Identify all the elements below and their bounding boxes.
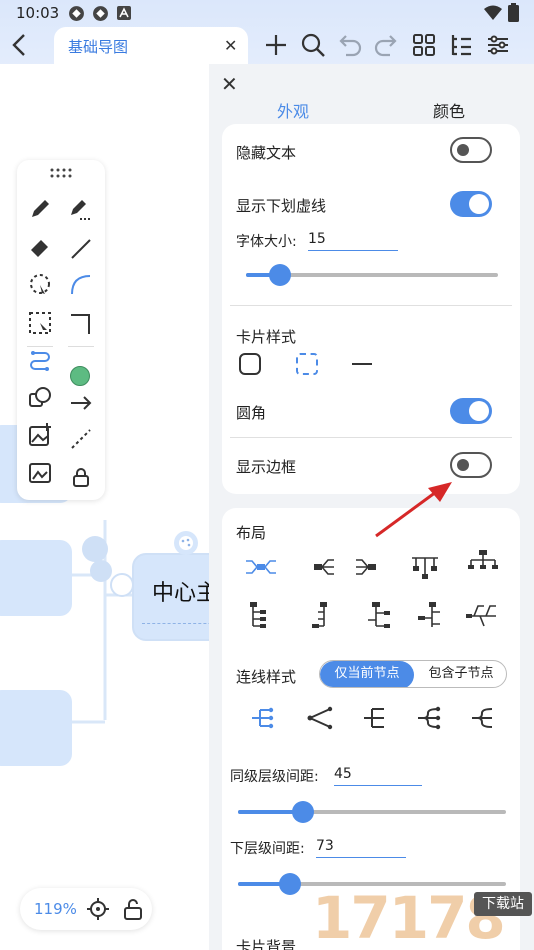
- annotation-arrow: [375, 482, 452, 538]
- layout-tree-left-icon[interactable]: [304, 600, 338, 630]
- layout-down-icon[interactable]: [408, 552, 442, 582]
- layout-org-icon[interactable]: [466, 548, 500, 578]
- font-size-input[interactable]: 15: [308, 231, 398, 251]
- layout-tree-both-icon[interactable]: [360, 600, 394, 630]
- zoom-controls: 119%: [20, 888, 152, 930]
- arrow-icon[interactable]: [68, 390, 94, 416]
- image-frame-icon[interactable]: [27, 460, 53, 486]
- grid-icon[interactable]: [410, 31, 438, 59]
- hide-text-toggle[interactable]: [450, 137, 492, 163]
- card-style-dashed-option[interactable]: [296, 353, 318, 375]
- line-style-segmented: 仅当前节点 包含子节点: [319, 660, 507, 688]
- layout-left-icon[interactable]: [352, 552, 386, 582]
- card-style-label: 卡片样式: [236, 328, 297, 346]
- underline-label: 显示下划虚线: [236, 197, 327, 215]
- color-swatch[interactable]: [70, 366, 90, 386]
- layout-fishbone-icon[interactable]: [464, 600, 498, 630]
- connector-style-5-icon[interactable]: [468, 703, 502, 733]
- lock-icon[interactable]: [70, 466, 92, 488]
- back-icon[interactable]: [6, 31, 34, 59]
- show-border-label: 显示边框: [236, 458, 297, 476]
- tab-close-button[interactable]: ✕: [224, 36, 237, 55]
- rounded-toggle[interactable]: [450, 398, 492, 424]
- font-size-label: 字体大小:: [236, 234, 297, 250]
- underline-toggle[interactable]: [450, 191, 492, 217]
- drawing-toolbar: [17, 160, 105, 500]
- settings-sliders-icon[interactable]: [484, 31, 512, 59]
- search-icon[interactable]: [299, 31, 327, 59]
- sibling-spacing-slider-thumb[interactable]: [292, 801, 314, 823]
- redo-icon[interactable]: [372, 31, 400, 59]
- select-area-icon[interactable]: [27, 310, 53, 336]
- dashed-line-icon[interactable]: [68, 426, 94, 452]
- connector-style-1-icon[interactable]: [248, 703, 282, 733]
- line-icon[interactable]: [68, 236, 94, 262]
- connector-style-4-icon[interactable]: [414, 703, 448, 733]
- layout-timeline-icon[interactable]: [414, 600, 448, 630]
- palette-divider-2: [68, 346, 94, 347]
- eraser-icon[interactable]: [27, 234, 53, 260]
- branch-node-3[interactable]: [0, 690, 72, 766]
- tab-color[interactable]: 颜色: [433, 98, 465, 122]
- collapse-handle-2[interactable]: [90, 560, 112, 582]
- tab-title: 基础导图: [68, 38, 129, 56]
- collapse-handle[interactable]: [82, 536, 108, 562]
- pen-icon[interactable]: [27, 196, 53, 222]
- panel-close-button[interactable]: ✕: [221, 72, 238, 96]
- hide-text-label: 隐藏文本: [236, 144, 297, 162]
- tab-appearance[interactable]: 外观: [277, 98, 309, 122]
- lasso-icon[interactable]: [27, 272, 53, 298]
- outline-icon[interactable]: [447, 31, 475, 59]
- child-spacing-input[interactable]: 73: [316, 838, 406, 858]
- child-spacing-slider-thumb[interactable]: [279, 873, 301, 895]
- center-node-handle[interactable]: [110, 573, 134, 597]
- undo-icon[interactable]: [336, 31, 364, 59]
- line-style-label: 连线样式: [236, 668, 297, 686]
- layout-mindmap-icon[interactable]: [244, 552, 278, 582]
- wifi-icon: [484, 5, 502, 20]
- branch-node-2[interactable]: [0, 540, 72, 616]
- a-notification-icon: [117, 6, 131, 20]
- dashed-pen-icon[interactable]: [68, 196, 94, 222]
- appearance-card: 隐藏文本 显示下划虚线 字体大小: 15 卡片样式 圆角 显示边框: [222, 124, 520, 494]
- locate-icon[interactable]: [86, 897, 110, 921]
- sibling-spacing-input[interactable]: 45: [334, 766, 422, 786]
- battery-icon: [508, 3, 519, 22]
- insert-image-icon[interactable]: [27, 422, 53, 448]
- arc-icon[interactable]: [68, 272, 94, 298]
- line-style-include-children[interactable]: 包含子节点: [414, 661, 506, 687]
- child-spacing-label: 下层级间距:: [230, 841, 305, 857]
- rounded-label: 圆角: [236, 404, 267, 422]
- card-background-label: 卡片背景: [236, 938, 297, 950]
- zoom-level[interactable]: 119%: [34, 900, 77, 918]
- section-divider: [230, 305, 512, 306]
- section-divider-2: [230, 437, 512, 438]
- show-border-toggle[interactable]: [450, 452, 492, 478]
- layout-label: 布局: [236, 524, 267, 542]
- shapes-icon[interactable]: [27, 385, 53, 411]
- connector-style-3-icon[interactable]: [360, 703, 394, 733]
- connector-icon[interactable]: [27, 347, 53, 373]
- unlock-icon[interactable]: [122, 897, 144, 921]
- status-time: 10:03: [16, 4, 60, 22]
- drag-handle-icon[interactable]: [49, 168, 73, 178]
- sibling-spacing-label: 同级层级间距:: [230, 769, 319, 785]
- tab-mindmap[interactable]: 基础导图 ✕: [54, 27, 248, 65]
- layout-tree-icon[interactable]: [244, 600, 278, 630]
- font-size-slider-thumb[interactable]: [269, 264, 291, 286]
- palette-badge-icon[interactable]: [173, 530, 199, 556]
- layout-right-icon[interactable]: [304, 552, 338, 582]
- line-style-current-node[interactable]: 仅当前节点: [320, 661, 414, 687]
- connector-style-2-icon[interactable]: [304, 703, 338, 733]
- card-style-line-option[interactable]: [352, 363, 372, 365]
- watermark-tag: 下载站: [474, 892, 532, 916]
- watermark: 17178 下载站: [308, 884, 534, 950]
- card-style-rounded-option[interactable]: [239, 353, 261, 375]
- add-icon[interactable]: [262, 31, 290, 59]
- app-notification-icon: [69, 6, 84, 21]
- app-notification-icon-2: [93, 6, 108, 21]
- corner-line-icon[interactable]: [68, 310, 94, 336]
